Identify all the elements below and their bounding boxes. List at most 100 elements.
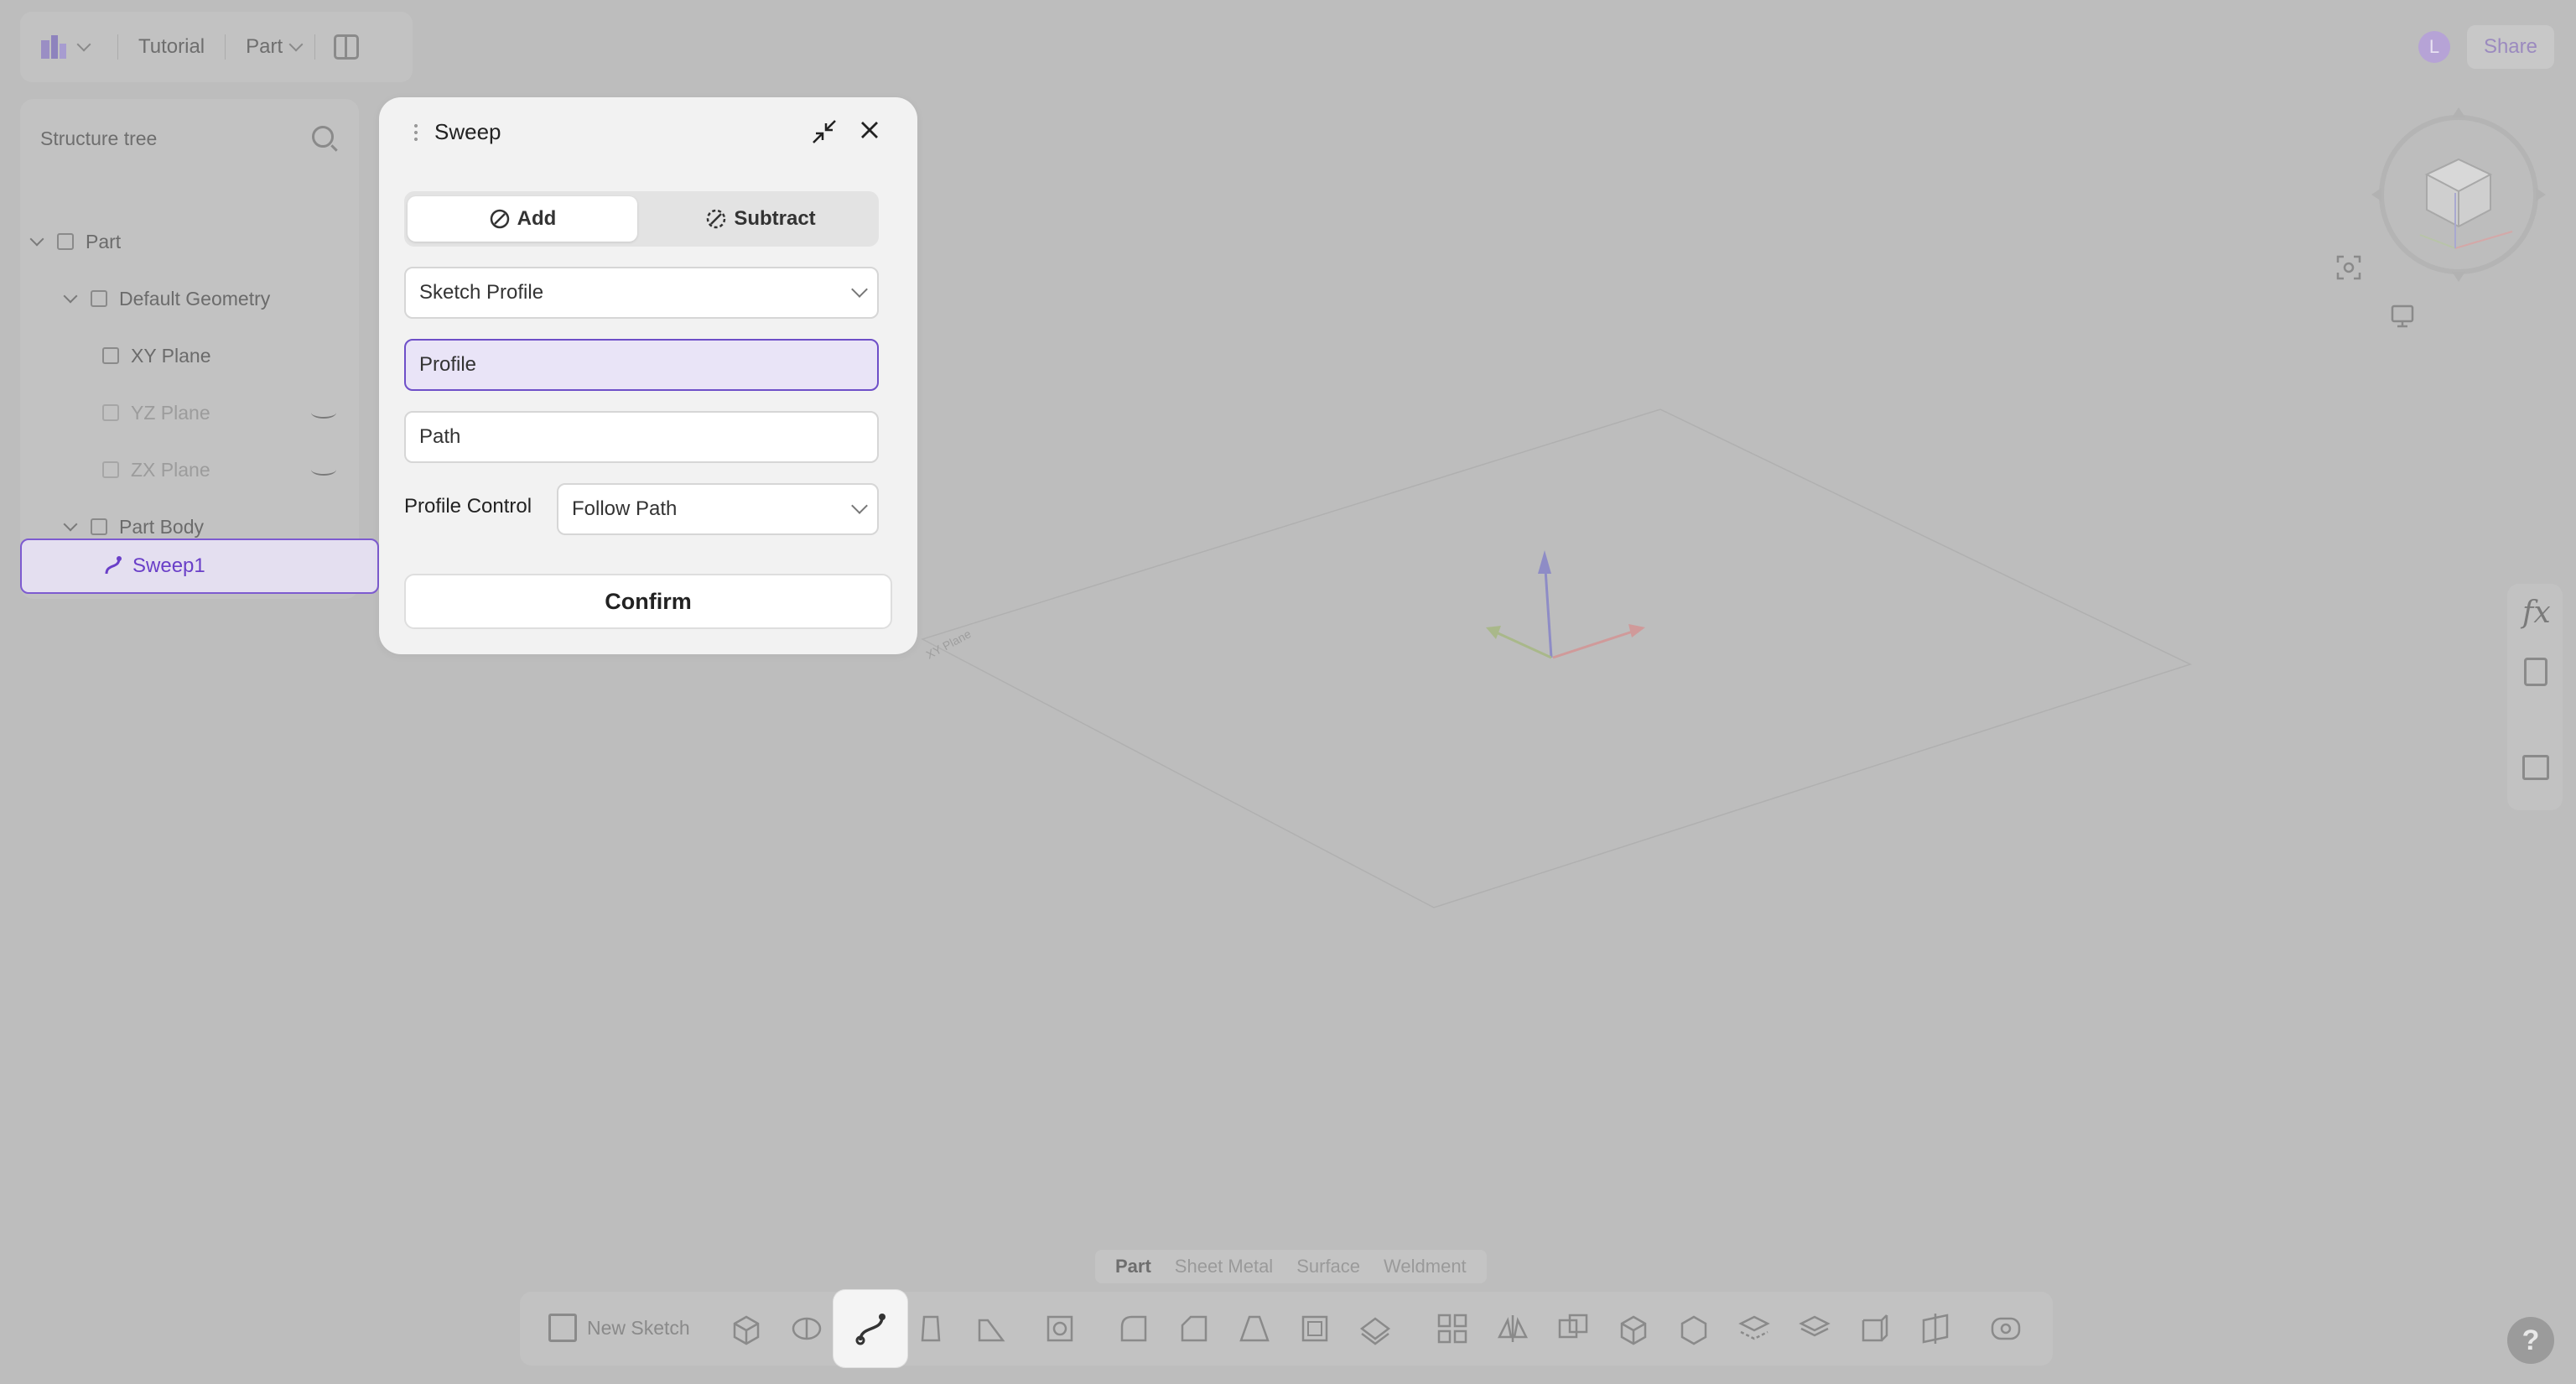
- chevron-down-icon[interactable]: [288, 37, 304, 52]
- tree-item-label: ZX Plane: [131, 458, 210, 481]
- plane-icon: [102, 404, 119, 421]
- move-body-icon[interactable]: [1617, 1312, 1650, 1345]
- hole-icon[interactable]: [1043, 1312, 1077, 1345]
- confirm-button[interactable]: Confirm: [404, 574, 892, 629]
- divider: [314, 34, 316, 60]
- tree-item-zx-plane[interactable]: ZX Plane: [102, 453, 336, 486]
- rib-icon[interactable]: [974, 1312, 1008, 1345]
- view-cube[interactable]: [2365, 101, 2558, 294]
- new-sketch-button[interactable]: New Sketch: [548, 1314, 690, 1342]
- tree-item-label: XY Plane: [131, 344, 211, 367]
- split-face-icon[interactable]: [1919, 1312, 1952, 1345]
- profile-type-select[interactable]: Sketch Profile: [404, 267, 879, 319]
- divider: [117, 34, 118, 60]
- tree-item-sweep1[interactable]: Sweep1: [20, 539, 379, 594]
- revolve-icon[interactable]: [790, 1312, 823, 1345]
- x-axis: [1552, 627, 1641, 659]
- tree-item-label: YZ Plane: [131, 401, 210, 424]
- tree-item-default-geometry[interactable]: Default Geometry: [63, 282, 270, 315]
- shell-icon[interactable]: [1298, 1312, 1332, 1345]
- subtract-label: Subtract: [734, 207, 816, 230]
- formula-icon[interactable]: fx: [2522, 596, 2551, 630]
- tab-sheet-metal[interactable]: Sheet Metal: [1175, 1256, 1273, 1277]
- dialog-title: Sweep: [434, 119, 501, 144]
- table-icon[interactable]: [2522, 755, 2549, 780]
- collapse-icon[interactable]: [810, 117, 839, 146]
- share-button[interactable]: Share: [2466, 25, 2554, 69]
- geometry-icon: [91, 290, 107, 307]
- chevron-down-icon[interactable]: [63, 289, 78, 304]
- divider: [225, 34, 226, 60]
- tree-item-label: Sweep1: [132, 554, 205, 577]
- part-icon: [57, 233, 74, 250]
- help-button[interactable]: ?: [2507, 1317, 2554, 1364]
- delete-face-icon[interactable]: [1858, 1312, 1892, 1345]
- path-field-label: Path: [419, 425, 461, 448]
- path-field[interactable]: Path: [404, 411, 879, 463]
- sweep-dialog: Sweep Add Subtract Sketch Profile Profil…: [379, 97, 917, 654]
- tree-item-yz-plane[interactable]: YZ Plane: [102, 396, 336, 429]
- mode-dropdown[interactable]: Part: [246, 35, 283, 59]
- tab-surface[interactable]: Surface: [1296, 1256, 1360, 1277]
- hidden-eye-icon[interactable]: [310, 464, 336, 476]
- chevron-down-icon: [851, 497, 868, 514]
- app-logo-icon[interactable]: [39, 32, 69, 62]
- project-name[interactable]: Tutorial: [138, 35, 205, 59]
- operation-toggle: Add Subtract: [404, 191, 879, 247]
- sweep-tool-icon[interactable]: [854, 1310, 889, 1345]
- chevron-down-icon[interactable]: [63, 517, 78, 532]
- draft-icon[interactable]: [1238, 1312, 1271, 1345]
- profile-field[interactable]: Profile: [404, 339, 879, 391]
- mirror-icon[interactable]: [1496, 1312, 1530, 1345]
- search-icon[interactable]: [312, 126, 334, 148]
- sweep-icon: [105, 556, 122, 575]
- account-area: L Share: [2418, 22, 2554, 72]
- fillet-icon[interactable]: [1117, 1312, 1150, 1345]
- x-axis-head: [1628, 624, 1645, 637]
- replace-face-icon[interactable]: [1737, 1312, 1771, 1345]
- avatar[interactable]: L: [2418, 31, 2450, 63]
- chevron-down-icon[interactable]: [29, 232, 44, 247]
- profile-field-label: Profile: [419, 353, 477, 376]
- tree-item-label: Part: [86, 230, 122, 252]
- measure-icon[interactable]: [1989, 1312, 2023, 1345]
- tab-weldment[interactable]: Weldment: [1384, 1256, 1467, 1277]
- xy-plane-grid: [921, 408, 2193, 908]
- offset-face-icon[interactable]: [1798, 1312, 1831, 1345]
- hidden-eye-icon[interactable]: [310, 407, 336, 419]
- profile-control-select[interactable]: Follow Path: [557, 483, 879, 535]
- z-axis-head: [1538, 550, 1551, 574]
- extrude-icon[interactable]: [730, 1312, 763, 1345]
- fit-view-icon[interactable]: [2336, 255, 2361, 280]
- boolean-icon[interactable]: [1556, 1312, 1590, 1345]
- plane-icon: [102, 461, 119, 478]
- add-button[interactable]: Add: [408, 196, 637, 242]
- thicken-icon[interactable]: [1358, 1312, 1392, 1345]
- profile-control-label: Profile Control: [404, 495, 532, 518]
- tree-item-xy-plane[interactable]: XY Plane: [102, 339, 210, 372]
- drag-handle-icon[interactable]: [413, 122, 419, 143]
- chevron-down-icon: [851, 281, 868, 298]
- tab-part[interactable]: Part: [1115, 1256, 1151, 1277]
- tree-item-part[interactable]: Part: [29, 225, 122, 258]
- close-icon[interactable]: [855, 116, 884, 144]
- split-body-icon[interactable]: [1677, 1312, 1711, 1345]
- new-sketch-icon: [548, 1314, 577, 1342]
- top-bar: Tutorial Part: [20, 12, 413, 82]
- checklist-icon[interactable]: [2524, 658, 2547, 686]
- pattern-icon[interactable]: [1436, 1312, 1469, 1345]
- feature-toolbar: New Sketch: [520, 1290, 2053, 1367]
- profile-type-value: Sketch Profile: [419, 281, 544, 304]
- panel-toggle-icon[interactable]: [334, 34, 360, 60]
- logo-menu-chevron-icon[interactable]: [76, 37, 91, 52]
- subtract-shape-icon: [707, 209, 726, 229]
- display-mode-icon[interactable]: [2390, 304, 2415, 329]
- chamfer-icon[interactable]: [1177, 1312, 1211, 1345]
- tree-item-label: Part Body: [119, 515, 204, 538]
- loft-icon[interactable]: [914, 1312, 948, 1345]
- add-label: Add: [517, 207, 557, 230]
- subtract-button[interactable]: Subtract: [646, 196, 875, 242]
- structure-tree-panel: Structure tree Part Default Geometry XY …: [20, 99, 379, 599]
- structure-tree-search[interactable]: Structure tree: [40, 127, 157, 150]
- body-icon: [91, 518, 107, 535]
